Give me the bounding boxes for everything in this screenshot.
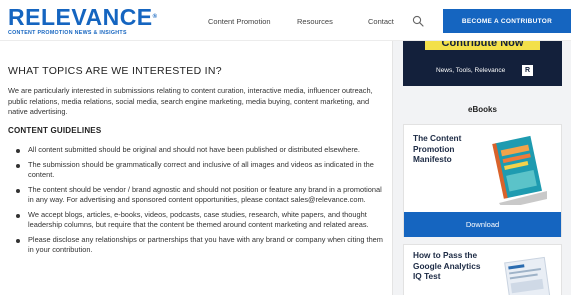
main-content: WHAT TOPICS ARE WE INTERESTED IN? We are… bbox=[0, 41, 392, 295]
ebook-title[interactable]: How to Pass the Google Analytics IQ Test bbox=[413, 250, 489, 282]
ebook-card: How to Pass the Google Analytics IQ Test bbox=[403, 244, 562, 295]
logo-word: RELEVANCE bbox=[8, 4, 153, 30]
ebook-cover-image bbox=[492, 135, 547, 205]
contribute-ad-banner[interactable]: Contribute Now News, Tools, Relevance R bbox=[403, 41, 562, 86]
search-icon[interactable] bbox=[412, 15, 424, 27]
guidelines-list: All content submitted should be original… bbox=[15, 145, 385, 260]
logo-tagline: CONTENT PROMOTION NEWS & INSIGHTS bbox=[8, 30, 127, 36]
nav-content-promotion[interactable]: Content Promotion bbox=[208, 17, 271, 26]
become-contributor-button[interactable]: BECOME A CONTRIBUTOR bbox=[443, 9, 571, 33]
ebooks-heading: eBooks bbox=[468, 105, 497, 114]
page-heading: WHAT TOPICS ARE WE INTERESTED IN? bbox=[8, 65, 222, 77]
ad-subtext: News, Tools, Relevance bbox=[436, 67, 506, 74]
nav-contact[interactable]: Contact bbox=[368, 17, 394, 26]
logo-registered-mark: ® bbox=[152, 14, 158, 20]
sidebar: Contribute Now News, Tools, Relevance R … bbox=[392, 41, 571, 295]
ebook-card: The Content Promotion Manifesto Download bbox=[403, 124, 562, 237]
ad-headline: Contribute Now bbox=[441, 41, 524, 49]
guideline-item: We accept blogs, articles, e-books, vide… bbox=[15, 210, 385, 231]
ad-logo-badge: R bbox=[522, 65, 533, 76]
guideline-item: The content should be vendor / brand agn… bbox=[15, 185, 385, 206]
ebook-title[interactable]: The Content Promotion Manifesto bbox=[413, 133, 477, 165]
relevance-logo[interactable]: RELEVANCE® CONTENT PROMOTION NEWS & INSI… bbox=[8, 4, 158, 37]
download-button[interactable]: Download bbox=[404, 212, 561, 237]
nav-resources[interactable]: Resources bbox=[297, 17, 333, 26]
ad-headline-band: Contribute Now bbox=[425, 41, 540, 50]
guideline-item: The submission should be grammatically c… bbox=[15, 160, 385, 181]
ebook-cover-image bbox=[504, 256, 551, 295]
guideline-item: All content submitted should be original… bbox=[15, 145, 385, 156]
site-header: RELEVANCE® CONTENT PROMOTION NEWS & INSI… bbox=[0, 0, 571, 41]
guidelines-heading: CONTENT GUIDELINES bbox=[8, 126, 102, 135]
guideline-item: Please disclose any relationships or par… bbox=[15, 235, 385, 256]
intro-paragraph: We are particularly interested in submis… bbox=[8, 86, 373, 116]
